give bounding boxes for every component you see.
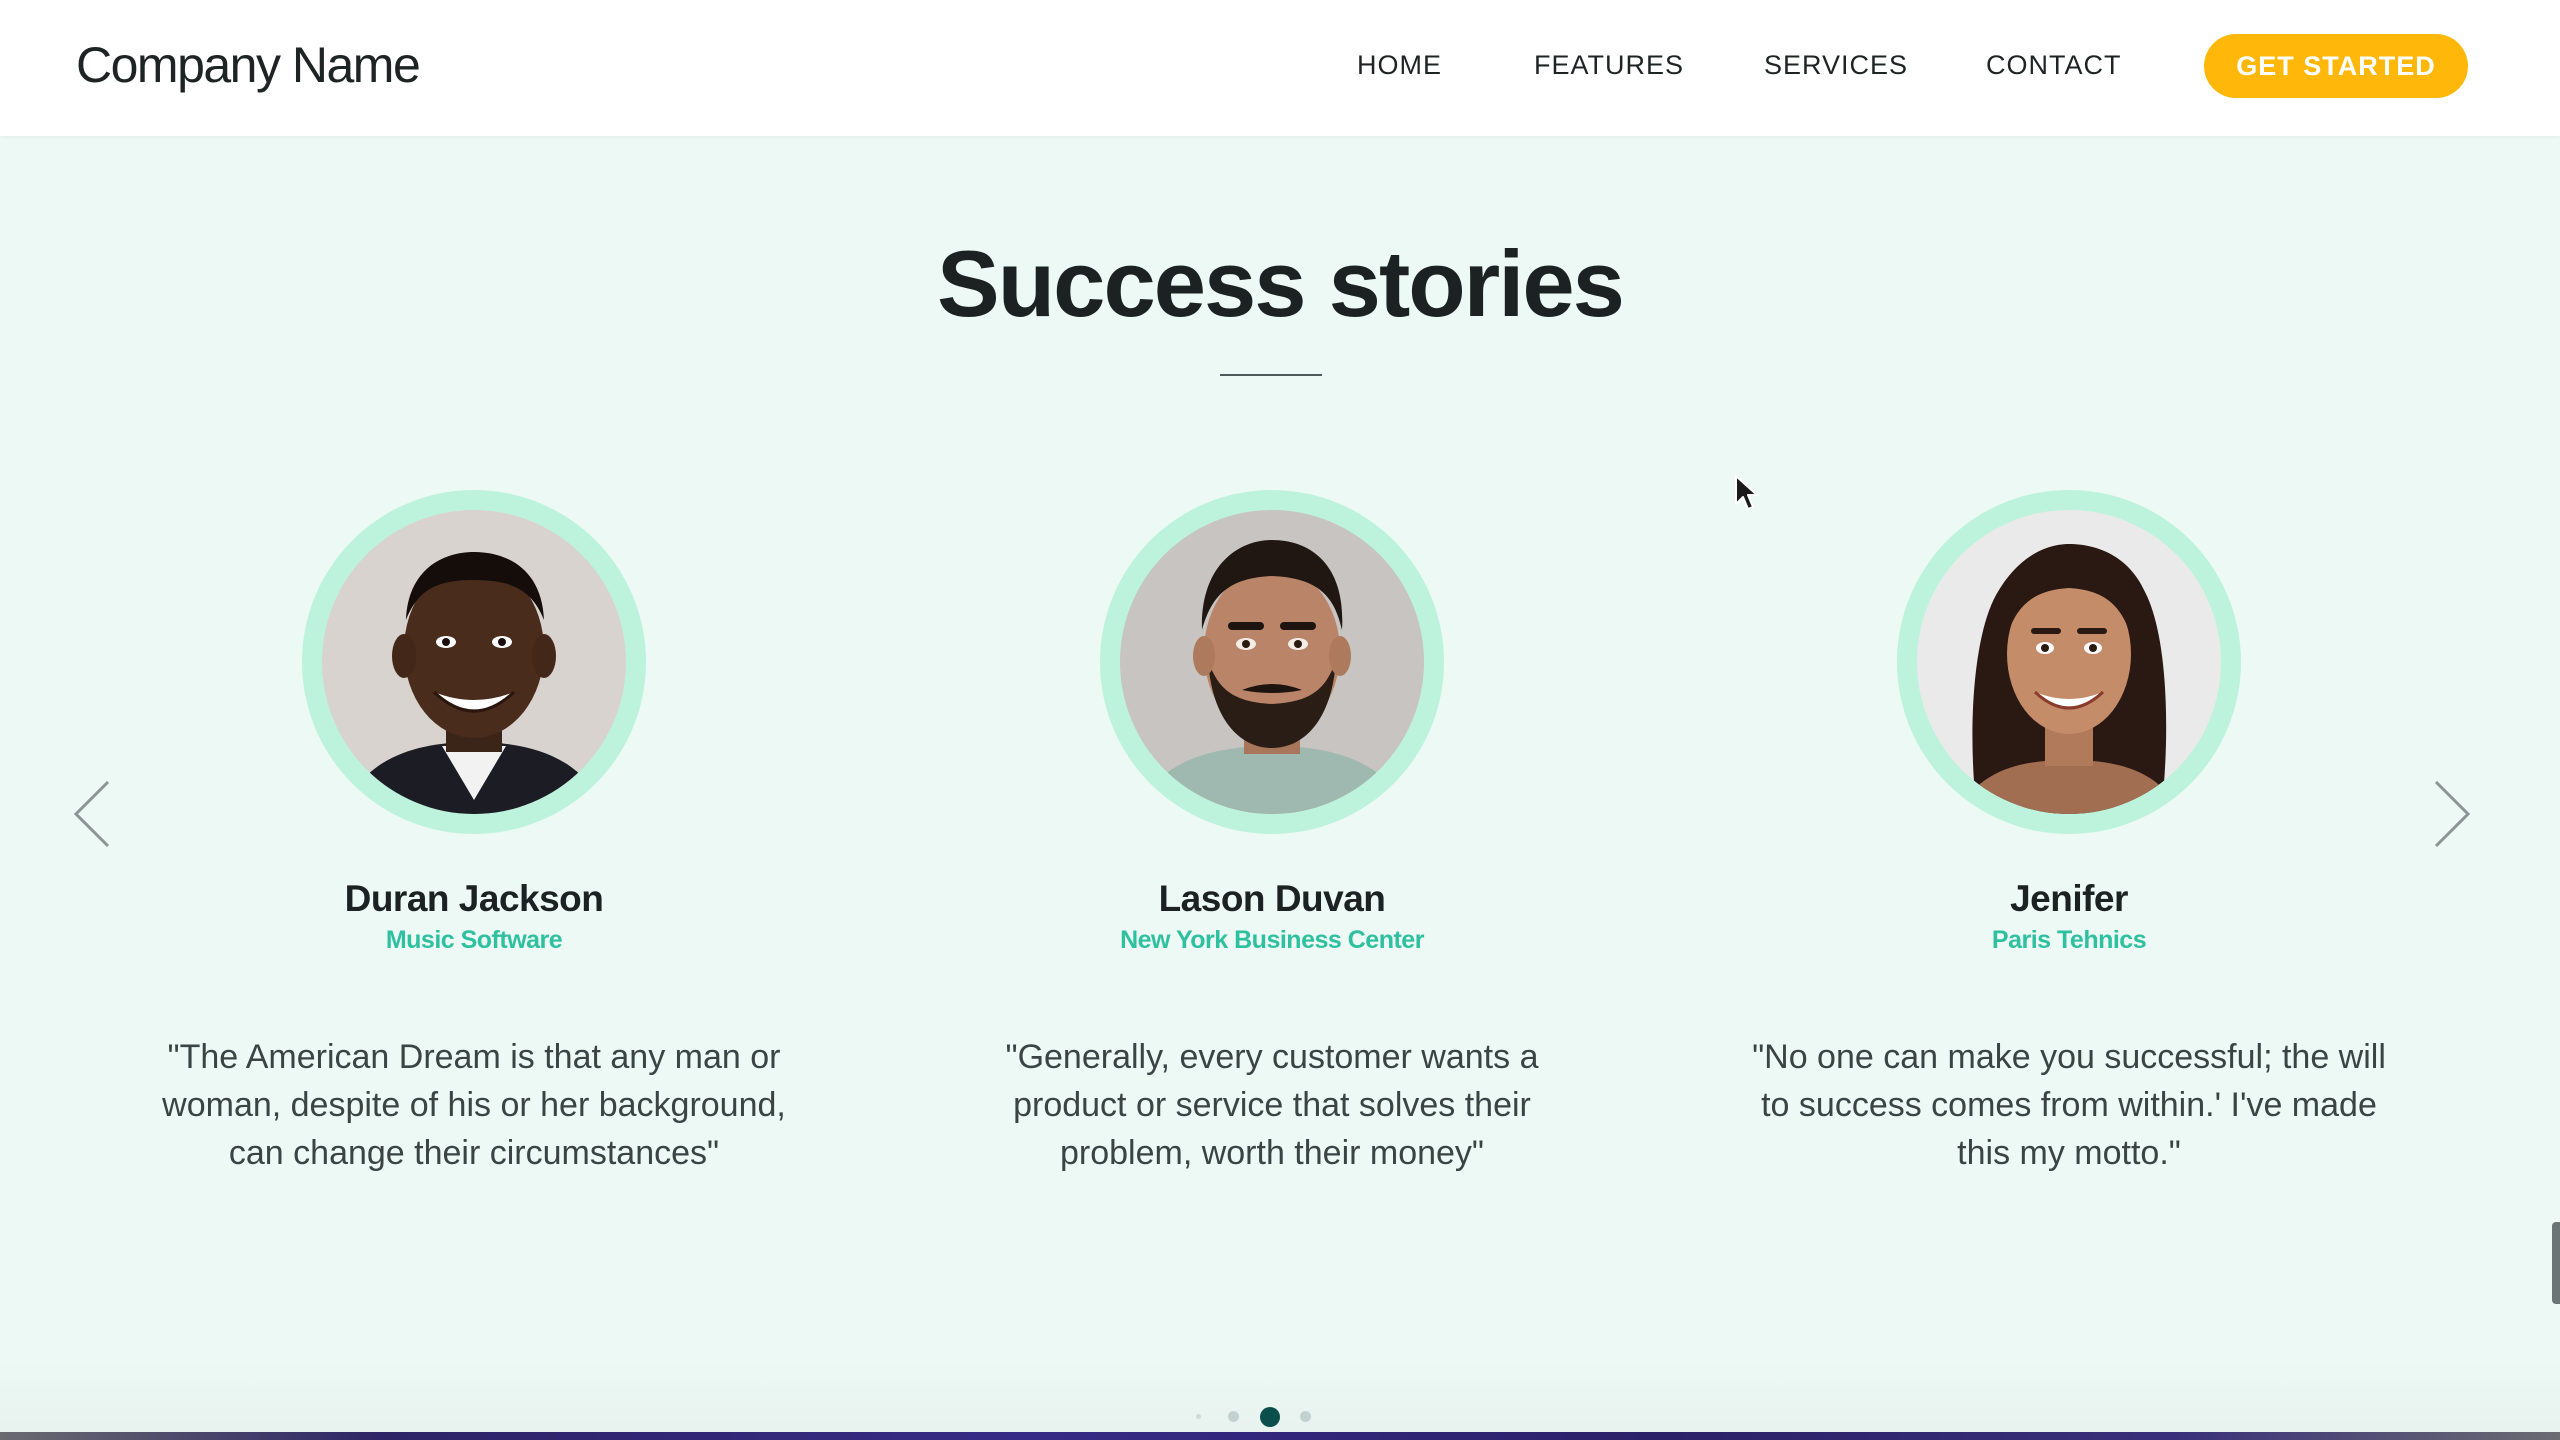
carousel-dot[interactable] <box>1300 1411 1311 1422</box>
testimonial-quote: "Generally, every customer wants a produ… <box>1005 1038 1539 1172</box>
carousel-next-button[interactable] <box>2420 774 2480 854</box>
nav-contact-link[interactable]: CONTACT <box>1986 50 2122 81</box>
testimonial-quote: "No one can make you successful; the wil… <box>1752 1038 2386 1172</box>
carousel-dot[interactable] <box>1196 1414 1201 1419</box>
top-nav-bar: Company Name HOME FEATURES SERVICES CONT… <box>0 0 2560 136</box>
testimonial-card: Duran Jackson Music Software "The Americ… <box>114 490 834 1177</box>
avatar <box>1120 510 1424 814</box>
scrollbar-thumb[interactable] <box>2552 1222 2560 1304</box>
avatar-ring <box>1100 490 1444 834</box>
avatar <box>1917 510 2221 814</box>
avatar-ring <box>1897 490 2241 834</box>
carousel-dot[interactable] <box>1228 1411 1239 1422</box>
nav-services-link[interactable]: SERVICES <box>1764 50 1908 81</box>
testimonial-card: Lason Duvan New York Business Center "Ge… <box>912 490 1632 1177</box>
get-started-button[interactable]: GET STARTED <box>2204 34 2468 98</box>
avatar-ring <box>302 490 646 834</box>
portrait-image <box>1120 510 1424 814</box>
person-company: Music Software <box>385 926 563 954</box>
testimonial-card: Jenifer Paris Tehnics "No one can make y… <box>1709 490 2429 1177</box>
company-logo[interactable]: Company Name <box>76 36 421 94</box>
avatar <box>322 510 626 814</box>
person-company: New York Business Center <box>1120 926 1424 954</box>
carousel-pagination <box>1186 1404 1316 1428</box>
person-name: Lason Duvan <box>1158 878 1386 919</box>
section-title: Success stories <box>937 231 1625 336</box>
person-company: Paris Tehnics <box>1991 926 2147 954</box>
next-section-edge <box>0 1432 2560 1440</box>
portrait-image <box>1917 510 2221 814</box>
carousel-dot-active[interactable] <box>1260 1407 1280 1427</box>
nav-features-link[interactable]: FEATURES <box>1534 50 1684 81</box>
chevron-right-icon <box>2434 780 2471 848</box>
title-divider <box>1220 374 1322 376</box>
testimonial-quote: "The American Dream is that any man or w… <box>162 1038 786 1172</box>
portrait-image <box>322 510 626 814</box>
nav-home-link[interactable]: HOME <box>1357 50 1442 81</box>
person-name: Duran Jackson <box>344 878 604 919</box>
person-name: Jenifer <box>2010 878 2128 919</box>
